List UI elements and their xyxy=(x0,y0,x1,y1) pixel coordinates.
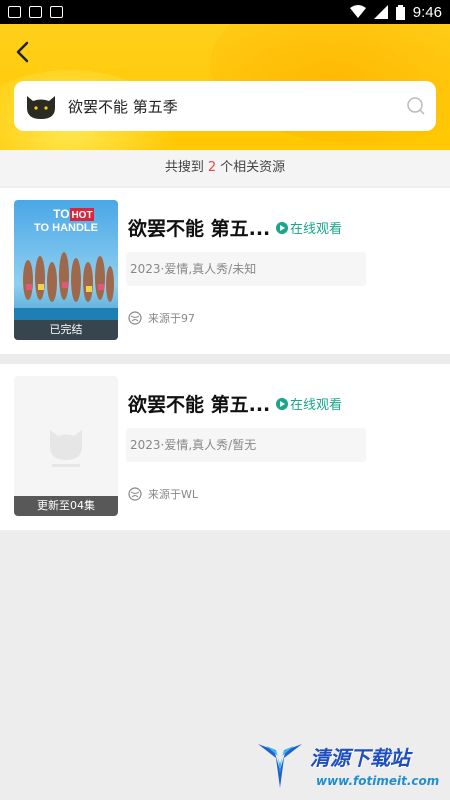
poster-placeholder[interactable]: 更新至04集 xyxy=(14,376,118,516)
result-count-prefix: 共搜到 xyxy=(164,160,204,175)
result-source: 来源于WL xyxy=(128,486,198,502)
status-bar: 9:46 xyxy=(0,0,450,24)
poster-title-bottom: TO HANDLE xyxy=(34,222,98,234)
cat-logo-icon xyxy=(27,96,55,119)
result-source-label: 来源于97 xyxy=(148,312,195,325)
chevron-left-icon xyxy=(16,41,29,63)
result-count: 共搜到 2 个相关资源 xyxy=(0,150,450,186)
result-count-suffix: 个相关资源 xyxy=(220,160,286,175)
watch-online-label: 在线观看 xyxy=(290,398,343,413)
result-title[interactable]: 欲罢不能 第五... xyxy=(128,214,270,241)
notification-icon xyxy=(29,6,42,18)
result-meta: 2023·爱情,真人秀/暂无 xyxy=(126,428,366,462)
search-input[interactable] xyxy=(68,97,406,115)
status-time: 9:46 xyxy=(412,3,442,21)
play-icon xyxy=(276,397,288,410)
signal-icon xyxy=(373,5,388,19)
result-source: 来源于97 xyxy=(128,310,195,326)
result-card[interactable]: 更新至04集 欲罢不能 第五... 在线观看 2023·爱情,真人秀/暂无 来源… xyxy=(0,364,450,530)
watermark-logo-icon xyxy=(258,744,302,788)
status-badge: 已完结 xyxy=(14,320,118,340)
battery-icon xyxy=(395,4,405,20)
divider xyxy=(0,354,450,364)
result-source-label: 来源于WL xyxy=(148,488,199,501)
watermark: 清源下载站 www.fotimeit.com xyxy=(256,740,446,798)
search-icon[interactable] xyxy=(406,96,426,116)
app-notification-icon xyxy=(50,6,63,18)
play-icon xyxy=(276,221,288,234)
watermark-brand: 清源下载站 xyxy=(310,746,410,770)
poster-image[interactable]: TOO HOT TO HANDLE 已完结 xyxy=(14,200,118,340)
search-header xyxy=(0,24,450,150)
watch-online-button[interactable]: 在线观看 xyxy=(276,394,342,413)
source-icon xyxy=(128,487,142,501)
result-meta: 2023·爱情,真人秀/未知 xyxy=(126,252,366,286)
placeholder-cat-icon xyxy=(50,430,82,467)
result-title[interactable]: 欲罢不能 第五... xyxy=(128,390,270,417)
search-bar[interactable] xyxy=(14,81,436,131)
back-button[interactable] xyxy=(10,38,34,66)
poster-title-hot: HOT xyxy=(71,210,92,221)
result-count-number: 2 xyxy=(207,160,217,175)
watch-online-button[interactable]: 在线观看 xyxy=(276,218,342,237)
status-badge: 更新至04集 xyxy=(14,496,118,516)
watermark-url: www.fotimeit.com xyxy=(316,774,440,788)
wifi-icon xyxy=(349,5,366,18)
image-notification-icon xyxy=(8,6,21,18)
poster-artwork: TOO HOT TO HANDLE xyxy=(14,200,118,340)
result-card[interactable]: TOO HOT TO HANDLE 已完结 欲罢不能 第五... 在线观看 20… xyxy=(0,188,450,354)
source-icon xyxy=(128,311,142,325)
watch-online-label: 在线观看 xyxy=(290,222,343,237)
